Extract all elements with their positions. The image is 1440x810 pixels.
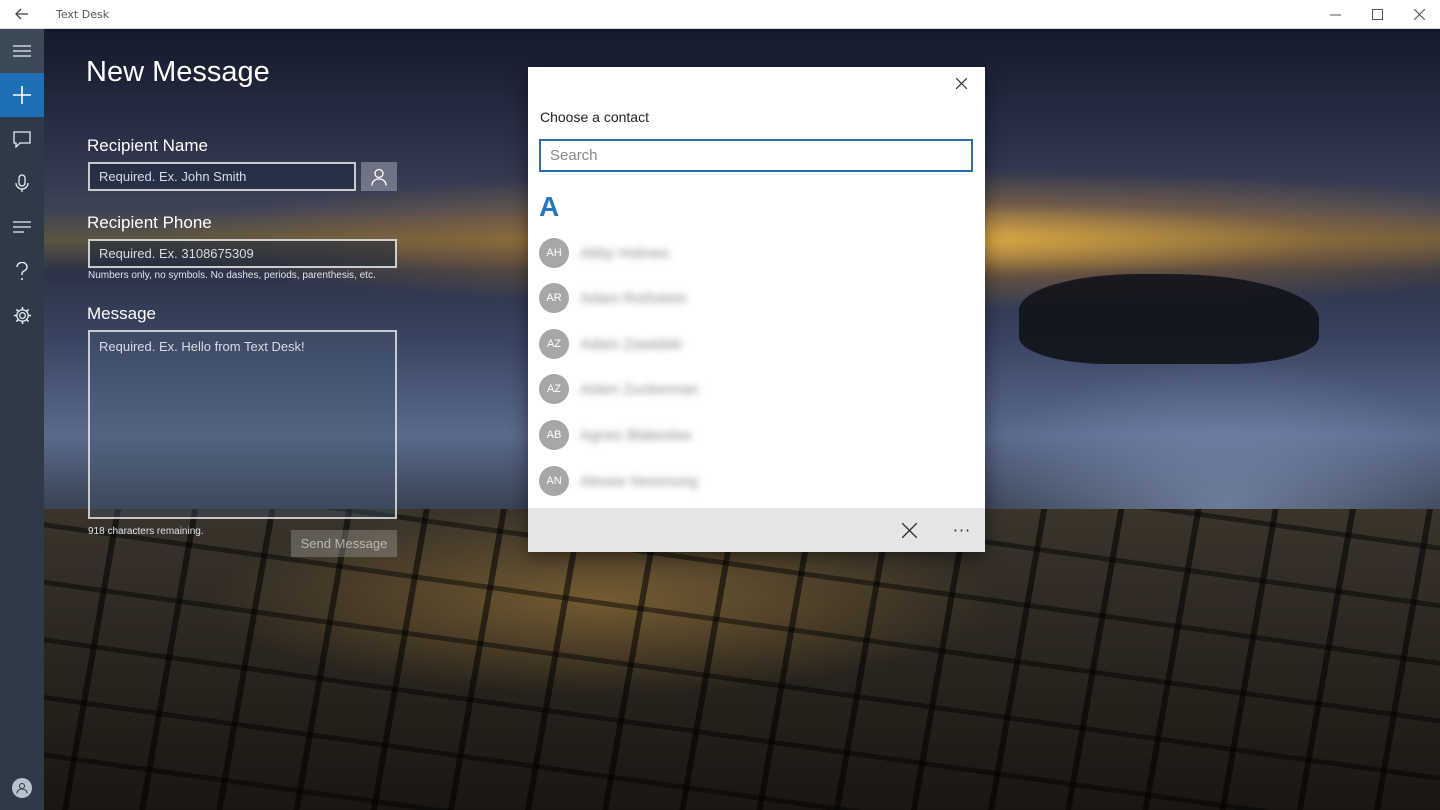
- dialog-close-button[interactable]: [951, 73, 971, 93]
- contact-avatar: AH: [539, 238, 569, 268]
- contact-name: Adam Zuckerman: [580, 380, 699, 398]
- avatar: [12, 778, 32, 798]
- message-textarea[interactable]: Required. Ex. Hello from Text Desk!: [88, 330, 397, 519]
- dialog-title: Choose a contact: [540, 109, 649, 125]
- recipient-name-input[interactable]: Required. Ex. John Smith: [88, 162, 356, 191]
- contact-name: Alexee Nessnung: [580, 472, 698, 490]
- plus-icon: [13, 86, 31, 104]
- question-icon: [16, 261, 28, 280]
- sidebar-item-account[interactable]: [0, 766, 44, 810]
- minimize-icon: [1329, 14, 1341, 16]
- sidebar-item-help[interactable]: [0, 249, 44, 293]
- contact-avatar: AB: [539, 420, 569, 450]
- window-title: Text Desk: [56, 7, 110, 21]
- back-arrow-icon: [15, 8, 28, 20]
- maximize-button[interactable]: [1356, 0, 1398, 29]
- contact-avatar: AZ: [539, 329, 569, 359]
- title-bar: Text Desk: [0, 0, 1440, 29]
- sidebar: [0, 29, 44, 810]
- hamburger-icon: [13, 45, 31, 57]
- contact-item[interactable]: AR Adam Rothstein: [539, 282, 959, 314]
- contact-avatar: AR: [539, 283, 569, 313]
- contact-name: Adam Zawidski: [580, 335, 682, 353]
- contact-name: Abby Holmes: [580, 244, 670, 262]
- close-window-button[interactable]: [1398, 0, 1440, 29]
- contact-item[interactable]: AB Agnes Blakeslee: [539, 419, 959, 451]
- page-title: New Message: [86, 56, 270, 88]
- contact-search-input[interactable]: Search: [539, 139, 973, 172]
- characters-remaining: 918 characters remaining.: [88, 526, 204, 537]
- minimize-button[interactable]: [1314, 0, 1356, 29]
- microphone-icon: [15, 173, 29, 192]
- recipient-name-label: Recipient Name: [87, 136, 208, 155]
- close-icon: [1413, 9, 1425, 20]
- contact-avatar: AN: [539, 466, 569, 496]
- sidebar-item-settings[interactable]: [0, 293, 44, 337]
- contact-picker-dialog: Choose a contact Search A AH Abby Holmes…: [528, 67, 985, 552]
- phone-hint: Numbers only, no symbols. No dashes, per…: [88, 270, 376, 281]
- close-icon: [955, 77, 967, 89]
- sidebar-item-messages[interactable]: [0, 117, 44, 161]
- sidebar-item-voice[interactable]: [0, 161, 44, 205]
- close-icon: [901, 522, 917, 538]
- contact-name: Agnes Blakeslee: [580, 426, 692, 444]
- sidebar-item-list[interactable]: [0, 205, 44, 249]
- chat-icon: [13, 130, 31, 148]
- list-icon: [13, 221, 31, 233]
- recipient-phone-input[interactable]: Required. Ex. 3108675309: [88, 239, 397, 268]
- contact-item[interactable]: AZ Adam Zawidski: [539, 328, 959, 360]
- contact-item[interactable]: AH Abby Holmes: [539, 237, 959, 269]
- message-label: Message: [87, 304, 156, 323]
- contact-item[interactable]: AZ Adam Zuckerman: [539, 373, 959, 405]
- group-letter-header[interactable]: A: [539, 191, 559, 223]
- user-icon: [16, 782, 28, 794]
- maximize-icon: [1371, 9, 1383, 20]
- contact-item[interactable]: AN Alexee Nessnung: [539, 465, 959, 497]
- sidebar-item-menu[interactable]: [0, 29, 44, 73]
- sidebar-item-new-message[interactable]: [0, 73, 44, 117]
- person-icon: [371, 168, 387, 186]
- send-message-button[interactable]: Send Message: [291, 530, 397, 557]
- gear-icon: [13, 306, 31, 324]
- recipient-phone-label: Recipient Phone: [87, 213, 212, 232]
- contact-avatar: AZ: [539, 374, 569, 404]
- back-button[interactable]: [0, 0, 44, 29]
- contact-name: Adam Rothstein: [580, 289, 687, 307]
- background-rocks: [44, 509, 1440, 810]
- dialog-command-bar: ···: [528, 508, 985, 552]
- choose-contact-button[interactable]: [361, 162, 397, 191]
- cancel-button[interactable]: [887, 508, 931, 552]
- more-options-button[interactable]: ···: [940, 508, 984, 552]
